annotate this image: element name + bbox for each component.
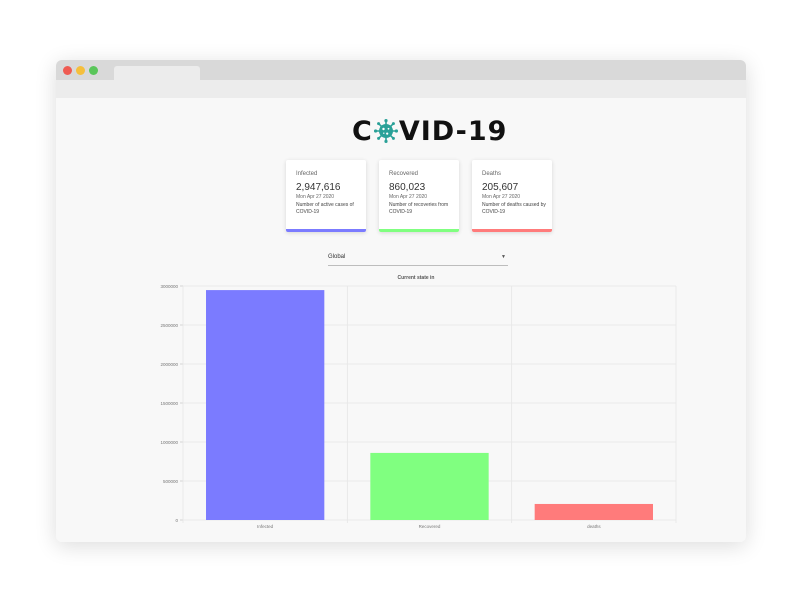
y-tick-label: 2500000	[160, 323, 178, 328]
browser-window: C VID-19 Infected 2,947,616 Mon Apr 27 2…	[56, 60, 746, 542]
browser-tab[interactable]	[114, 66, 200, 80]
maximize-window-button[interactable]	[89, 66, 98, 75]
browser-titlebar	[56, 60, 746, 80]
x-tick-label: Recovered	[419, 524, 441, 529]
y-tick-label: 0	[175, 518, 178, 523]
browser-toolbar	[56, 80, 746, 98]
bar-chart: 0 500000 1000000 1500000 2000000 2500000 30000…	[160, 284, 677, 529]
bar-infected	[206, 290, 325, 520]
x-tick-label: deaths	[587, 524, 601, 529]
y-tick-label: 1000000	[160, 440, 178, 445]
minimize-window-button[interactable]	[76, 66, 85, 75]
y-tick-label: 500000	[163, 479, 179, 484]
close-window-button[interactable]	[63, 66, 72, 75]
bar-deaths	[534, 503, 653, 520]
y-tick-label: 3000000	[160, 284, 178, 289]
y-tick-label: 1500000	[160, 401, 178, 406]
y-tick-label: 2000000	[160, 362, 178, 367]
x-tick-label: Infected	[257, 524, 274, 529]
bar-recovered	[370, 452, 489, 520]
page-content: C VID-19 Infected 2,947,616 Mon Apr 27 2…	[56, 98, 746, 542]
